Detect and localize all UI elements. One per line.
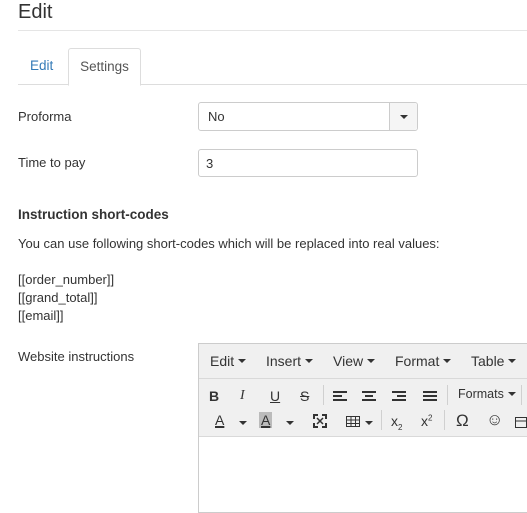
menu-view[interactable]: View (333, 353, 376, 369)
align-right-icon[interactable] (392, 391, 406, 402)
menu-insert[interactable]: Insert (266, 353, 314, 369)
superscript-icon[interactable]: x2 (421, 413, 432, 429)
caret-down-icon (400, 115, 408, 119)
chevron-down-icon (238, 359, 247, 363)
tab-edit[interactable]: Edit (18, 48, 65, 85)
chevron-down-icon[interactable] (286, 421, 294, 425)
editor-menubar: Edit Insert View Format Table (199, 344, 527, 379)
media-icon[interactable] (515, 417, 527, 428)
website-instructions-label: Website instructions (18, 349, 135, 364)
shortcodes-list: [[order_number]] [[grand_total]] [[email… (18, 271, 114, 325)
chevron-down-icon (367, 359, 376, 363)
align-justify-icon[interactable] (423, 391, 437, 402)
special-character-icon[interactable]: Ω (456, 411, 469, 431)
emoticons-icon[interactable]: ☺ (486, 410, 503, 430)
fullscreen-icon[interactable] (313, 414, 327, 428)
underline-icon[interactable]: U (270, 388, 280, 404)
text-color-icon[interactable]: A (215, 412, 224, 428)
chevron-down-icon (305, 359, 314, 363)
editor-toolbar: B I U S Formats A A x2 x2 Ω ☺ (199, 379, 527, 437)
tab-settings[interactable]: Settings (68, 48, 141, 86)
shortcode-email: [[email]] (18, 308, 64, 323)
shortcodes-help-text: You can use following short-codes which … (18, 236, 440, 251)
title-divider (18, 30, 527, 31)
time-to-pay-input[interactable] (198, 149, 418, 177)
background-color-icon[interactable]: A (259, 412, 273, 428)
bold-icon[interactable]: B (209, 388, 219, 404)
page-title: Edit (18, 1, 53, 23)
table-icon[interactable] (346, 416, 360, 427)
subscript-icon[interactable]: x2 (391, 413, 402, 432)
instruction-shortcodes-heading: Instruction short-codes (18, 207, 169, 222)
align-center-icon[interactable] (362, 391, 376, 402)
rich-text-editor: Edit Insert View Format Table B I U S Fo… (198, 343, 527, 513)
proforma-label: Proforma (18, 109, 72, 124)
italic-icon[interactable]: I (240, 388, 245, 404)
editor-content-area[interactable] (199, 437, 527, 512)
tab-bar: Edit Settings (18, 48, 527, 86)
chevron-down-icon (508, 359, 517, 363)
align-left-icon[interactable] (333, 391, 347, 402)
chevron-down-icon[interactable] (365, 421, 373, 425)
proforma-dropdown-button[interactable] (389, 103, 417, 130)
menu-format[interactable]: Format (395, 353, 452, 369)
chevron-down-icon (443, 359, 452, 363)
strikethrough-icon[interactable]: S (300, 388, 309, 404)
shortcode-order-number: [[order_number]] (18, 272, 115, 287)
menu-table[interactable]: Table (471, 353, 517, 369)
proforma-select-value: No (208, 109, 225, 124)
shortcode-grand-total: [[grand_total]] (18, 290, 98, 305)
proforma-select[interactable]: No (198, 102, 418, 131)
menu-edit[interactable]: Edit (210, 353, 247, 369)
formats-dropdown[interactable]: Formats (458, 387, 516, 401)
time-to-pay-label: Time to pay (18, 155, 86, 170)
chevron-down-icon[interactable] (239, 421, 247, 425)
